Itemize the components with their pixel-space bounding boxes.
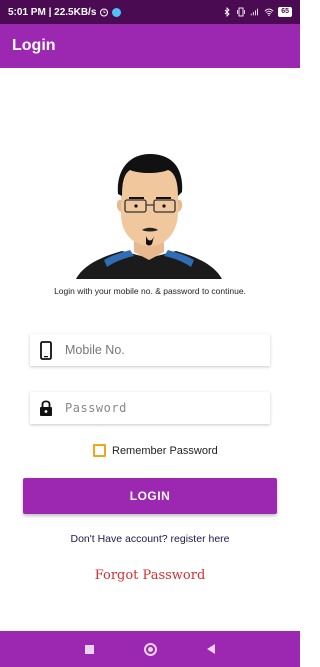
phone-icon xyxy=(38,340,54,360)
signal-icon xyxy=(251,8,259,16)
password-input[interactable] xyxy=(65,401,255,415)
home-circle-icon[interactable] xyxy=(144,642,157,656)
mobile-input[interactable] xyxy=(65,343,255,357)
messenger-icon xyxy=(112,7,122,17)
bluetooth-icon xyxy=(224,7,230,17)
remember-checkbox[interactable] xyxy=(93,444,106,457)
status-time-speed: 5:01 PM | 22.5KB/s xyxy=(8,6,97,18)
user-avatar-illustration xyxy=(76,154,222,279)
login-instructions: Login with your mobile no. & password to… xyxy=(54,286,246,296)
back-triangle-icon[interactable] xyxy=(207,644,215,654)
status-left: 5:01 PM | 22.5KB/s xyxy=(8,6,122,18)
battery-level: 65 xyxy=(278,7,292,17)
forgot-password-link[interactable]: Forgot Password xyxy=(0,568,300,583)
mobile-field xyxy=(30,334,270,366)
register-link[interactable]: Don't Have account? register here xyxy=(0,533,300,545)
wifi-icon xyxy=(264,8,274,16)
remember-label: Remember Password xyxy=(112,444,218,457)
login-button[interactable]: LOGIN xyxy=(23,478,277,514)
vibrate-icon xyxy=(237,7,246,17)
status-right: 65 xyxy=(222,7,292,17)
app-bar: Login xyxy=(0,24,300,68)
status-bar: 5:01 PM | 22.5KB/s 65 xyxy=(0,0,300,24)
password-field xyxy=(30,392,270,424)
system-nav-bar xyxy=(0,631,300,667)
lock-icon xyxy=(38,398,54,418)
recents-square-icon[interactable] xyxy=(85,644,94,654)
alarm-icon xyxy=(100,8,109,17)
page-title: Login xyxy=(12,37,56,54)
remember-password[interactable]: Remember Password xyxy=(93,444,218,457)
